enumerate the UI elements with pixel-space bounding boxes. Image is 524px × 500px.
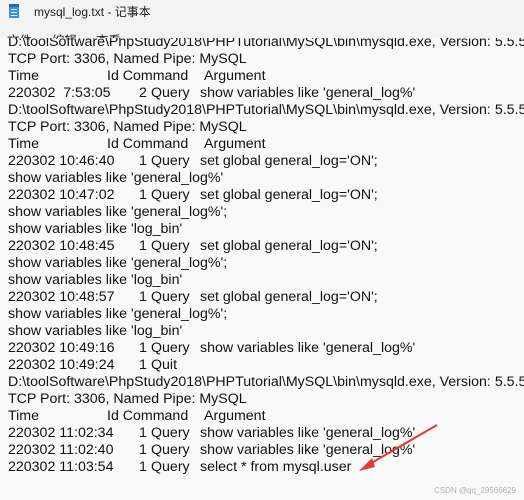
log-text: show variables like 'log_bin' bbox=[8, 272, 183, 288]
entry-id: 1 bbox=[139, 340, 147, 356]
text-editor[interactable]: D:\toolSoftware\PhpStudy2018\PHPTutorial… bbox=[0, 38, 524, 500]
header-argument: Argument bbox=[204, 68, 266, 84]
entry-command: Query bbox=[151, 153, 190, 169]
header-argument: Argument bbox=[204, 136, 266, 152]
window-title: mysql_log.txt - 记事本 bbox=[34, 5, 151, 19]
log-text: D:\toolSoftware\PhpStudy2018\PHPTutorial… bbox=[8, 102, 524, 118]
header-time: Time bbox=[8, 68, 40, 84]
entry-command: Query bbox=[151, 340, 190, 356]
entry-command: Query bbox=[151, 425, 190, 441]
entry-time: 220302 10:48:57 bbox=[8, 289, 115, 305]
entry-argument: show variables like 'general_log%' bbox=[200, 85, 416, 101]
notepad-icon bbox=[9, 4, 19, 18]
entry-command: Query bbox=[151, 187, 190, 203]
entry-id: 1 bbox=[139, 357, 147, 373]
entry-id: 1 bbox=[139, 187, 147, 203]
title-bar: mysql_log.txt - 记事本 bbox=[0, 0, 524, 26]
entry-command: Query bbox=[151, 459, 190, 475]
entry-time: 220302 11:02:34 bbox=[8, 425, 114, 441]
log-text: TCP Port: 3306, Named Pipe: MySQL bbox=[8, 119, 247, 135]
entry-time: 220302 10:49:24 bbox=[8, 357, 115, 373]
log-text: TCP Port: 3306, Named Pipe: MySQL bbox=[8, 51, 247, 67]
log-text: show variables like 'general_log%' bbox=[8, 170, 224, 186]
header-id-command: Id Command bbox=[107, 408, 189, 424]
log-text: show variables like 'log_bin' bbox=[8, 323, 183, 339]
entry-id: 1 bbox=[139, 153, 147, 169]
entry-time: 220302 10:46:40 bbox=[8, 153, 115, 169]
header-time: Time bbox=[8, 136, 40, 152]
header-id-command: Id Command bbox=[107, 68, 189, 84]
entry-time: 220302 11:03:54 bbox=[8, 459, 114, 475]
watermark: CSDN @qq_29566629 bbox=[434, 486, 516, 495]
entry-time: 220302 10:48:45 bbox=[8, 238, 115, 254]
log-text: show variables like 'general_log%'; bbox=[8, 306, 228, 322]
entry-command: Query bbox=[151, 442, 190, 458]
entry-time: 220302 10:47:02 bbox=[8, 187, 115, 203]
entry-id: 1 bbox=[139, 459, 147, 475]
entry-argument: set global general_log='ON'; bbox=[200, 289, 378, 305]
entry-argument: set global general_log='ON'; bbox=[200, 238, 378, 254]
entry-command: Quit bbox=[151, 357, 178, 373]
entry-time: 220302 10:49:16 bbox=[8, 340, 115, 356]
log-text: show variables like 'general_log%'; bbox=[8, 255, 228, 271]
header-argument: Argument bbox=[204, 408, 266, 424]
entry-id: 2 bbox=[139, 85, 147, 101]
entry-command: Query bbox=[151, 289, 190, 305]
entry-id: 1 bbox=[139, 442, 147, 458]
entry-argument: show variables like 'general_log%' bbox=[200, 442, 416, 458]
entry-command: Query bbox=[151, 85, 190, 101]
log-text: show variables like 'log_bin' bbox=[8, 221, 183, 237]
header-id-command: Id Command bbox=[107, 136, 189, 152]
log-text: show variables like 'general_log%'; bbox=[8, 204, 228, 220]
log-text: D:\toolSoftware\PhpStudy2018\PHPTutorial… bbox=[8, 374, 524, 390]
entry-id: 1 bbox=[139, 238, 147, 254]
log-text: D:\toolSoftware\PhpStudy2018\PHPTutorial… bbox=[8, 38, 524, 50]
entry-argument: set global general_log='ON'; bbox=[200, 153, 378, 169]
entry-argument: set global general_log='ON'; bbox=[200, 187, 378, 203]
entry-argument: select * from mysql.user bbox=[200, 459, 352, 475]
entry-id: 1 bbox=[139, 425, 147, 441]
entry-argument: show variables like 'general_log%' bbox=[200, 340, 416, 356]
log-text: TCP Port: 3306, Named Pipe: MySQL bbox=[8, 391, 247, 407]
entry-time: 220302 11:02:40 bbox=[8, 442, 114, 458]
entry-argument: show variables like 'general_log%' bbox=[200, 425, 416, 441]
header-time: Time bbox=[8, 408, 40, 424]
entry-time: 220302 7:53:05 bbox=[8, 85, 111, 101]
entry-id: 1 bbox=[139, 289, 147, 305]
entry-command: Query bbox=[151, 238, 190, 254]
